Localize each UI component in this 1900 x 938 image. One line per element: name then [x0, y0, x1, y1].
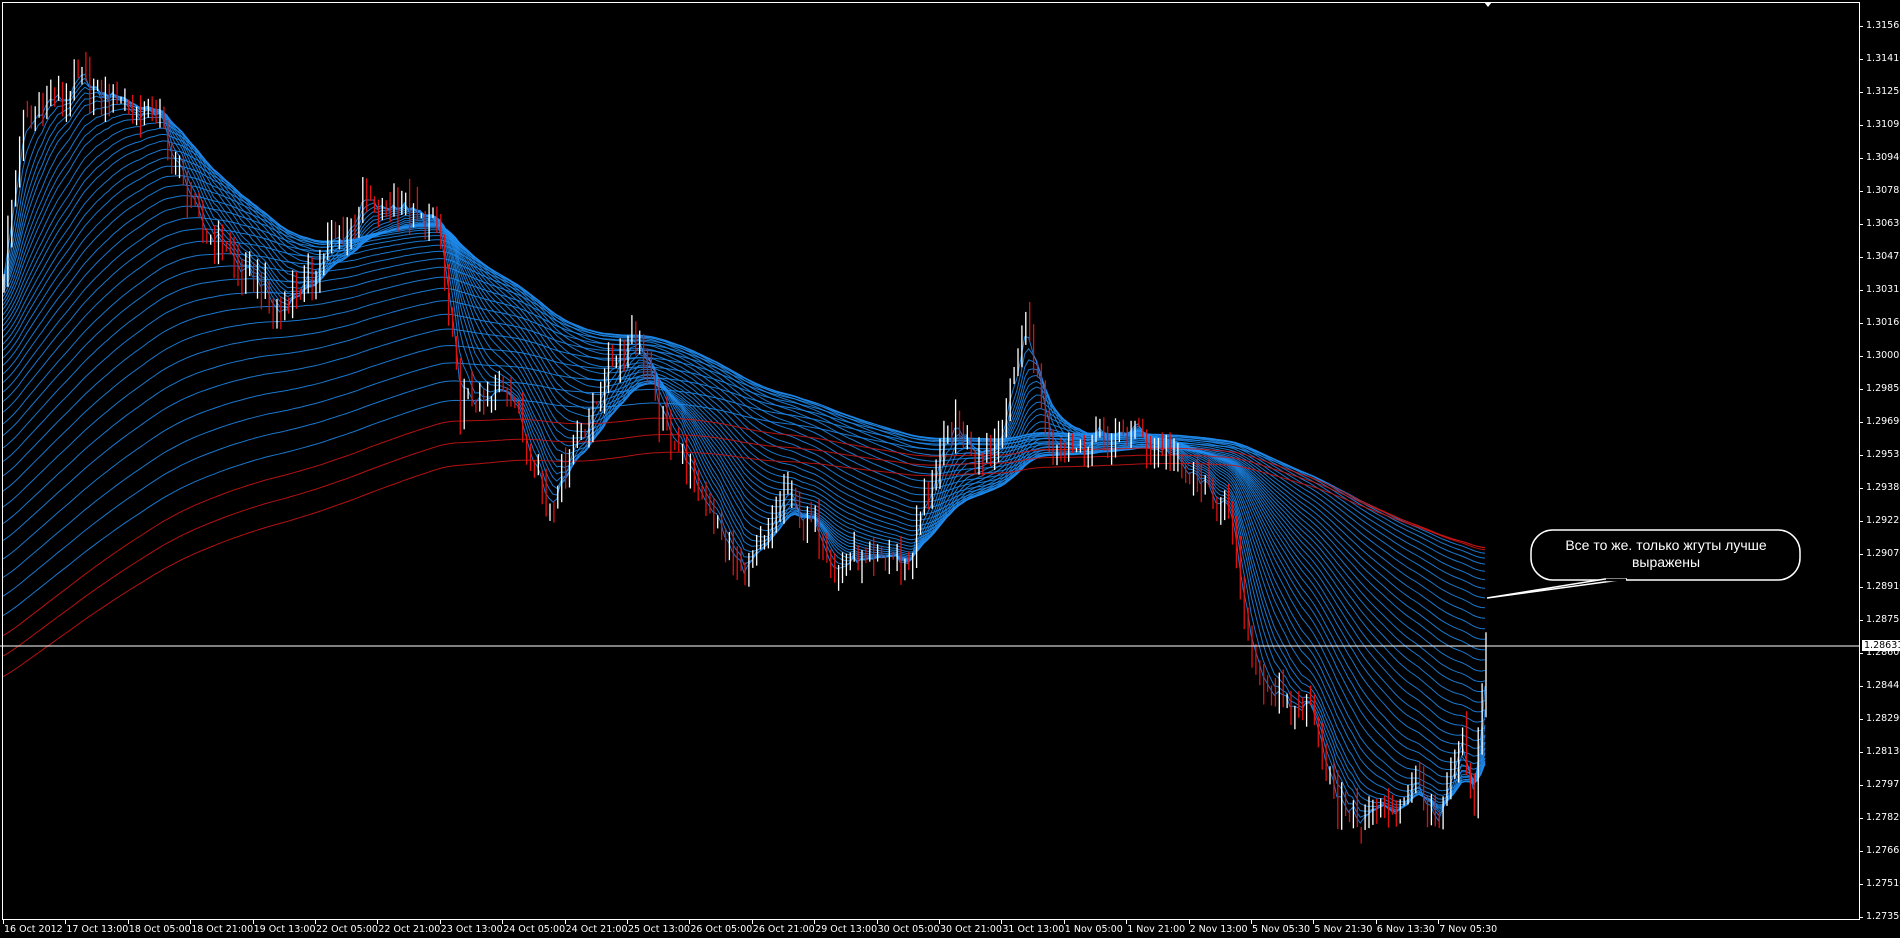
time-tick-label: 1 Nov 05:00 [1064, 924, 1123, 935]
time-tick-label: 1 Nov 21:00 [1127, 924, 1186, 935]
time-tick-label: 16 Oct 2012 [4, 924, 63, 935]
price-tick-label: 1.30940 [1866, 152, 1900, 163]
price-tick-label: 1.30630 [1866, 218, 1900, 229]
price-tick-label: 1.30470 [1866, 251, 1900, 262]
price-tick [1860, 884, 1863, 885]
moving-average-line [2, 300, 1486, 599]
price-tick-label: 1.27510 [1866, 878, 1900, 889]
price-tick [1860, 59, 1863, 60]
time-tick-label: 17 Oct 13:00 [66, 924, 129, 935]
price-tick-label: 1.29225 [1866, 515, 1900, 526]
moving-average-line [2, 95, 1486, 807]
price-tick-label: 1.31565 [1866, 20, 1900, 31]
chart-shift-marker[interactable] [1484, 2, 1492, 7]
price-tick [1860, 158, 1863, 159]
callout-pointer [1486, 578, 1628, 599]
time-tick-label: 5 Nov 21:30 [1314, 924, 1373, 935]
current-price-label: 1.28631 [1862, 640, 1900, 651]
callout-text: Все то же. только жгуты лучше выражены [1565, 537, 1767, 570]
time-tick-label: 26 Oct 21:00 [752, 924, 815, 935]
moving-average-line [2, 91, 1486, 809]
price-tick [1860, 488, 1863, 489]
price-tick [1860, 752, 1863, 753]
price-tick [1860, 224, 1863, 225]
price-tick [1860, 92, 1863, 93]
price-tick [1860, 554, 1863, 555]
price-tick [1860, 257, 1863, 258]
price-tick-label: 1.31095 [1866, 119, 1900, 130]
time-tick-label: 18 Oct 05:00 [128, 924, 191, 935]
price-tick-label: 1.28445 [1866, 680, 1900, 691]
price-tick [1860, 686, 1863, 687]
price-tick-label: 1.27820 [1866, 812, 1900, 823]
moving-average-line [2, 258, 1486, 640]
time-tick-label: 7 Nov 05:30 [1439, 924, 1498, 935]
time-tick-label: 29 Oct 13:00 [815, 924, 878, 935]
price-tick-label: 1.30785 [1866, 185, 1900, 196]
time-tick-label: 6 Nov 13:30 [1376, 924, 1435, 935]
moving-average-line [2, 434, 1486, 657]
price-chart [0, 2, 1860, 920]
price-tick-label: 1.28910 [1866, 581, 1900, 592]
price-tick-label: 1.30315 [1866, 284, 1900, 295]
time-tick-label: 31 Oct 13:00 [1002, 924, 1065, 935]
price-tick-label: 1.28290 [1866, 713, 1900, 724]
price-tick-label: 1.29690 [1866, 416, 1900, 427]
price-tick [1860, 290, 1863, 291]
price-tick [1860, 125, 1863, 126]
time-tick-label: 22 Oct 05:00 [316, 924, 378, 935]
moving-average-line [2, 86, 1486, 811]
price-tick-label: 1.30005 [1866, 350, 1900, 361]
price-tick-label: 1.29380 [1866, 482, 1900, 493]
price-tick-label: 1.27665 [1866, 845, 1900, 856]
time-tick-label: 24 Oct 05:00 [503, 924, 566, 935]
time-tick-label: 19 Oct 13:00 [253, 924, 316, 935]
price-tick [1860, 26, 1863, 27]
price-tick-label: 1.30160 [1866, 317, 1900, 328]
price-tick [1860, 389, 1863, 390]
price-tick [1860, 785, 1863, 786]
price-tick [1860, 719, 1863, 720]
price-tick [1860, 851, 1863, 852]
time-tick-label: 24 Oct 21:00 [565, 924, 628, 935]
price-tick-label: 1.27350 [1866, 911, 1900, 922]
price-tick [1860, 191, 1863, 192]
time-tick-label: 2 Nov 13:00 [1189, 924, 1248, 935]
price-tick-label: 1.27975 [1866, 779, 1900, 790]
price-tick-label: 1.29070 [1866, 548, 1900, 559]
price-tick [1860, 422, 1863, 423]
price-tick [1860, 917, 1863, 918]
moving-average-line [2, 313, 1486, 589]
moving-average-line [2, 344, 1486, 572]
price-tick [1860, 455, 1863, 456]
time-tick-label: 26 Oct 05:00 [690, 924, 753, 935]
time-tick-label: 18 Oct 21:00 [191, 924, 254, 935]
price-tick [1860, 818, 1863, 819]
price-tick-label: 1.29850 [1866, 383, 1900, 394]
price-tick-label: 1.28130 [1866, 746, 1900, 757]
price-tick-label: 1.31250 [1866, 86, 1900, 97]
price-tick-label: 1.29535 [1866, 449, 1900, 460]
moving-average-line [2, 266, 1486, 630]
time-tick-label: 23 Oct 13:00 [440, 924, 503, 935]
time-tick-label: 30 Oct 05:00 [877, 924, 940, 935]
time-tick-label: 22 Oct 21:00 [378, 924, 441, 935]
time-tick-label: 5 Nov 05:30 [1252, 924, 1311, 935]
time-tick-label: 30 Oct 21:00 [940, 924, 1002, 935]
time-tick-label: 25 Oct 13:00 [628, 924, 690, 935]
price-tick [1860, 521, 1863, 522]
price-tick [1860, 356, 1863, 357]
moving-average-fan [2, 73, 1486, 824]
price-tick [1860, 620, 1863, 621]
price-tick-label: 1.28755 [1866, 614, 1900, 625]
price-tick-label: 1.31410 [1866, 53, 1900, 64]
price-tick [1860, 323, 1863, 324]
price-tick [1860, 587, 1863, 588]
price-tick [1860, 653, 1863, 654]
